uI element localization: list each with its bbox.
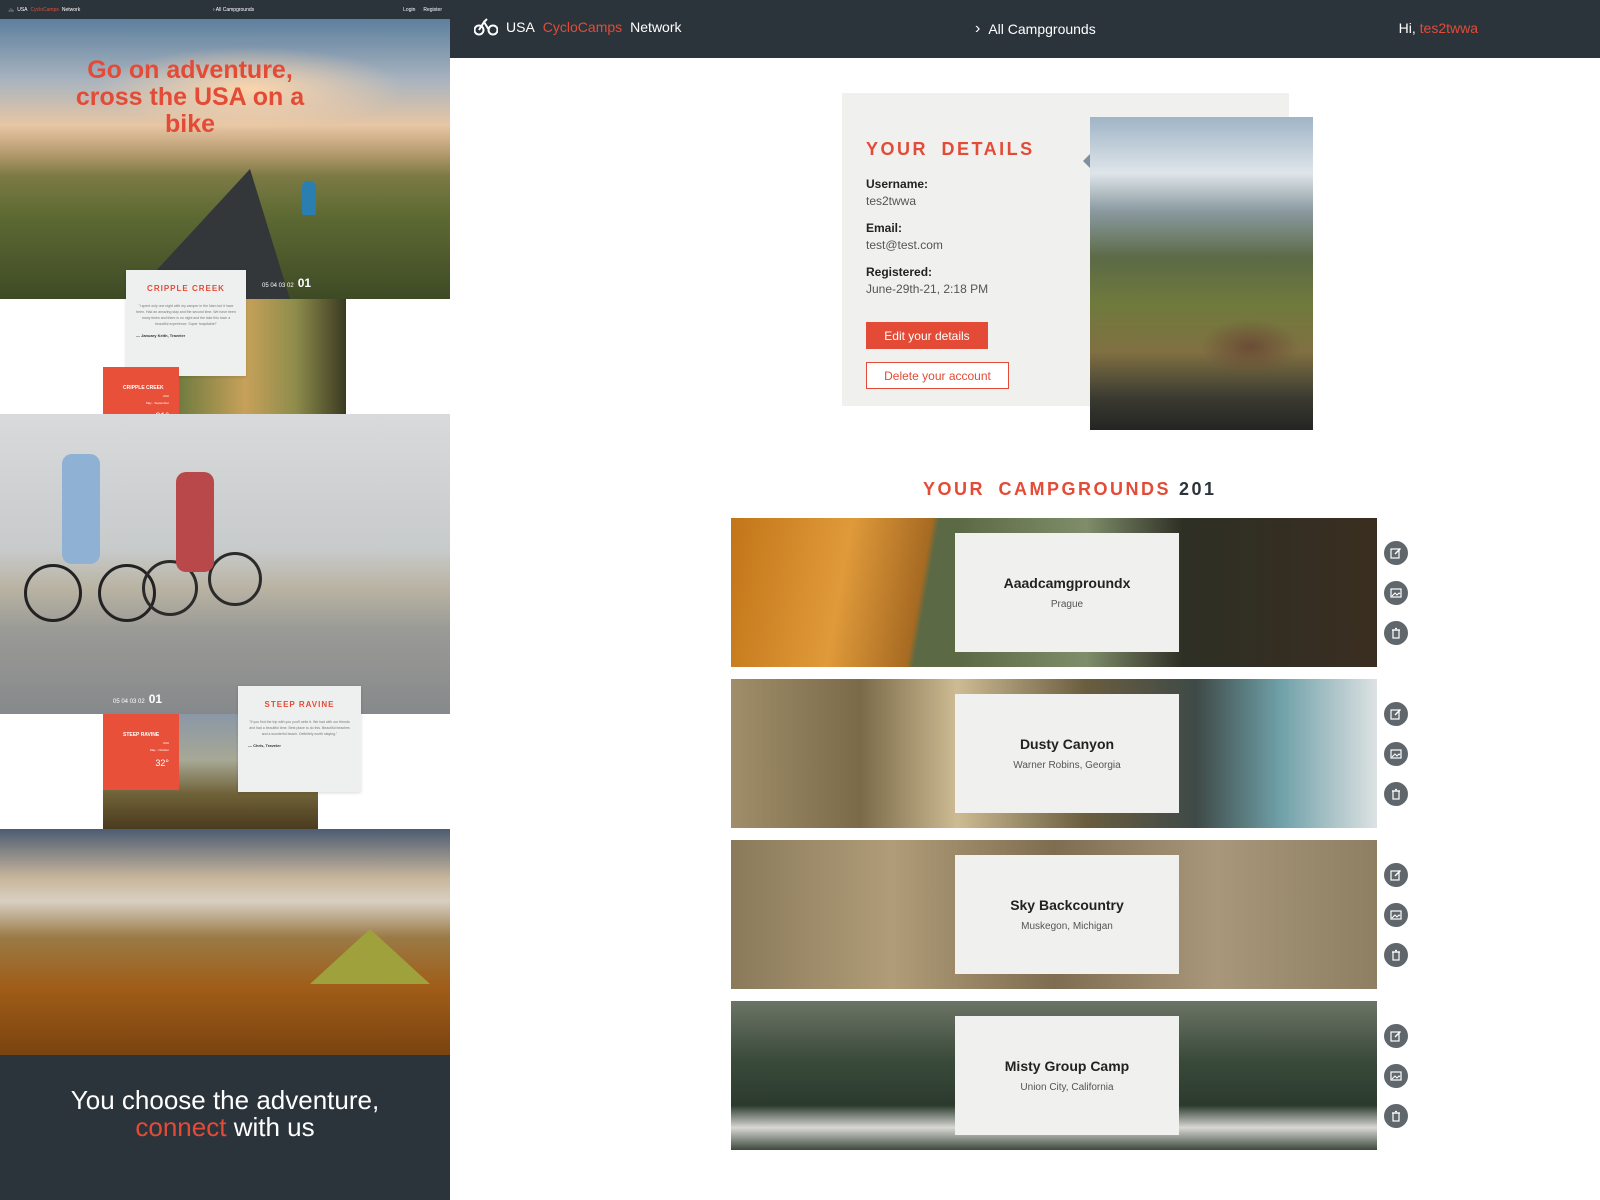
landing-preview: 🚲 USA CycloCamps Network › All Campgroun…: [0, 0, 450, 1200]
delete-account-button[interactable]: Delete your account: [866, 362, 1009, 389]
cyclist-figure: [302, 181, 316, 215]
details-photo: [1090, 117, 1313, 430]
campground-row[interactable]: Aaadcamgproundx Prague: [731, 518, 1377, 667]
edit-icon: [1390, 870, 1401, 881]
edit-campground-button[interactable]: [1384, 1024, 1408, 1048]
cta-footer: You choose the adventure, connect with u…: [0, 1055, 450, 1200]
testimonial-card: CRIPPLE CREEK "I spent only one night wi…: [126, 270, 246, 376]
image-icon: [1390, 910, 1402, 920]
tent-image: [0, 829, 450, 1055]
edit-campground-button[interactable]: [1384, 863, 1408, 887]
delete-campground-button[interactable]: [1384, 621, 1408, 645]
edit-campground-button[interactable]: [1384, 541, 1408, 565]
preview-nav-all-campgrounds[interactable]: › All Campgrounds: [213, 7, 254, 13]
chevron-right-icon: ›: [975, 20, 981, 37]
campground-card[interactable]: Sky Backcountry Muskegon, Michigan: [955, 855, 1179, 974]
edit-icon: [1390, 709, 1401, 720]
preview-navbar: 🚲 USA CycloCamps Network › All Campgroun…: [0, 0, 450, 19]
campground-name: Aaadcamgproundx: [1003, 575, 1131, 591]
location-card[interactable]: STEEP RAVINE USA May - October 32°: [103, 714, 179, 790]
edit-images-button[interactable]: [1384, 581, 1408, 605]
details-title: YOUR DETAILS: [866, 139, 1035, 159]
edit-images-button[interactable]: [1384, 1064, 1408, 1088]
hero-title: Go on adventure, cross the USA on a bike: [75, 56, 305, 138]
edit-details-button[interactable]: Edit your details: [866, 322, 988, 349]
delete-campground-button[interactable]: [1384, 1104, 1408, 1128]
edit-images-button[interactable]: [1384, 903, 1408, 927]
edit-campground-button[interactable]: [1384, 702, 1408, 726]
user-greeting[interactable]: Hi, tes2twwa: [1399, 20, 1478, 36]
campground-row[interactable]: Sky Backcountry Muskegon, Michigan: [731, 840, 1377, 989]
delete-campground-button[interactable]: [1384, 782, 1408, 806]
pointer-arrow: [1083, 154, 1090, 168]
preview-brand[interactable]: 🚲 USA CycloCamps Network: [8, 7, 80, 13]
cta-message: You choose the adventure, connect with u…: [70, 1085, 380, 1142]
testimonial-card: STEEP RAVINE "If you find the trip with …: [238, 686, 361, 792]
edit-icon: [1390, 1031, 1401, 1042]
preview-login-link[interactable]: Login: [403, 7, 415, 13]
trash-icon: [1392, 788, 1400, 800]
brand-logo-link[interactable]: USA CycloCamps Network: [474, 18, 682, 36]
campground-card[interactable]: Aaadcamgproundx Prague: [955, 533, 1179, 652]
trash-icon: [1392, 1110, 1400, 1122]
campground-row[interactable]: Misty Group Camp Union City, California: [731, 1001, 1377, 1150]
tent-shape: [310, 929, 430, 984]
campgrounds-heading: YOUR CAMPGROUNDS 201: [923, 479, 1217, 499]
campground-card[interactable]: Misty Group Camp Union City, California: [955, 1016, 1179, 1135]
username-link: tes2twwa: [1419, 20, 1478, 36]
slide-indicator[interactable]: 05 04 03 02 01: [262, 276, 311, 290]
cyclists-image: [0, 414, 450, 714]
bike-icon: 🚲: [8, 6, 15, 13]
edit-images-button[interactable]: [1384, 742, 1408, 766]
campground-name: Sky Backcountry: [1010, 897, 1124, 913]
image-icon: [1390, 749, 1402, 759]
campground-card[interactable]: Dusty Canyon Warner Robins, Georgia: [955, 694, 1179, 813]
hero-image: Go on adventure, cross the USA on a bike: [0, 19, 450, 299]
campground-name: Misty Group Camp: [1004, 1058, 1130, 1074]
slide-indicator[interactable]: 05 04 03 02 01: [113, 692, 162, 706]
edit-icon: [1390, 548, 1401, 559]
image-icon: [1390, 588, 1402, 598]
username-field: Username: tes2twwa: [866, 177, 929, 208]
trash-icon: [1392, 627, 1400, 639]
campground-location: Prague: [1050, 599, 1084, 610]
top-navbar: USA CycloCamps Network › All Campgrounds…: [450, 0, 1600, 58]
delete-campground-button[interactable]: [1384, 943, 1408, 967]
campground-location: Muskegon, Michigan: [1021, 921, 1113, 932]
bike-icon: [474, 18, 498, 36]
campground-location: Warner Robins, Georgia: [1013, 760, 1121, 771]
email-field: Email: test@test.com: [866, 221, 943, 252]
campgrounds-count: 201: [1179, 479, 1217, 499]
campground-row[interactable]: Dusty Canyon Warner Robins, Georgia: [731, 679, 1377, 828]
preview-register-link[interactable]: Register: [423, 7, 442, 13]
registered-field: Registered: June-29th-21, 2:18 PM: [866, 265, 989, 296]
campground-name: Dusty Canyon: [1019, 736, 1115, 752]
image-icon: [1390, 1071, 1402, 1081]
nav-all-campgrounds[interactable]: › All Campgrounds: [975, 20, 1096, 38]
campground-location: Union City, California: [1020, 1082, 1114, 1093]
trash-icon: [1392, 949, 1400, 961]
